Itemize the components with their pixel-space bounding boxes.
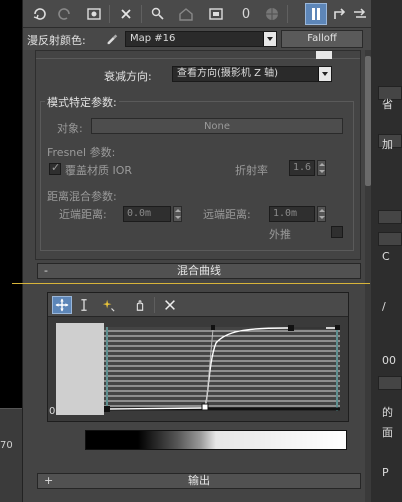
backdrop-stripe — [378, 232, 402, 246]
mode-specific-title: 模式特定参数: — [45, 94, 119, 110]
curve-point-end[interactable] — [335, 325, 340, 330]
scale-point-icon[interactable] — [74, 296, 94, 314]
put-to-scene-icon[interactable] — [53, 3, 75, 25]
backdrop-text: 00 — [382, 354, 396, 367]
insert-point-icon[interactable] — [98, 296, 118, 314]
diffuse-map-row: 漫反射颜色: Map #16 Falloff — [23, 28, 371, 50]
channel-number[interactable]: 0 — [235, 3, 257, 25]
chevron-down-icon — [318, 67, 331, 81]
reset-icon[interactable] — [115, 3, 137, 25]
toolbar-separator — [141, 5, 142, 23]
far-distance-field[interactable]: 1.0m — [269, 206, 315, 222]
chevron-down-icon — [263, 32, 276, 46]
curve-gradient-preview — [85, 430, 347, 450]
graph-axis-zero: 0 — [49, 406, 56, 417]
near-distance-spinner[interactable] — [173, 206, 182, 222]
toolbar-separator — [287, 5, 288, 23]
backdrop-stripe — [378, 376, 402, 390]
delete-point-icon[interactable] — [160, 296, 180, 314]
falloff-direction-label: 衰减方向: — [104, 70, 152, 83]
fresnel-params-title: Fresnel 参数: — [47, 146, 116, 159]
toolbar-separator — [154, 297, 155, 313]
command-panel-backdrop: 省 加 C / 00 的 面 P — [370, 0, 402, 502]
extrapolate-label: 外推 — [269, 228, 291, 241]
backdrop-text: 的 — [382, 406, 393, 419]
backdrop-text: P — [382, 466, 389, 479]
curve-handle-point[interactable] — [211, 325, 215, 330]
output-title: 输出 — [188, 474, 210, 487]
put-to-library-icon[interactable] — [175, 3, 197, 25]
material-toolbar: 0 — [23, 0, 371, 28]
make-unique-icon[interactable] — [147, 3, 169, 25]
falloff-direction-dropdown[interactable]: 查看方向(摄影机 Z 轴) — [172, 66, 332, 82]
timeline-strip — [0, 408, 22, 502]
get-material-icon[interactable] — [29, 3, 51, 25]
backdrop-text: 省 — [382, 98, 393, 111]
show-map-icon[interactable] — [261, 3, 283, 25]
mode-specific-group: 模式特定参数: 对象: None Fresnel 参数: 覆盖材质 IOR 折射… — [40, 94, 354, 251]
falloff-direction-value: 查看方向(摄影机 Z 轴) — [177, 68, 279, 79]
map-type-button[interactable]: Falloff — [281, 30, 363, 48]
extrapolate-checkbox[interactable] — [331, 226, 343, 238]
backdrop-text: 加 — [382, 138, 393, 151]
mix-curve-title: 混合曲线 — [177, 264, 221, 277]
map-name-value: Map #16 — [130, 33, 176, 44]
curve-point-start[interactable] — [104, 406, 110, 412]
backdrop-text: / — [382, 300, 386, 313]
override-ior-label: 覆盖材质 IOR — [65, 164, 133, 177]
far-distance-spinner[interactable] — [317, 206, 326, 222]
curve-toolbar — [48, 293, 348, 317]
ior-field[interactable]: 1.6 — [289, 160, 315, 176]
backdrop-text: 面 — [382, 426, 393, 439]
panel-scrollbar[interactable] — [365, 50, 371, 502]
material-editor-panel: 0 漫反射颜色: Map #16 Falloff 衰减方向: 查看方向(摄影机 … — [22, 0, 371, 502]
diffuse-color-label: 漫反射颜色: — [27, 34, 86, 47]
ior-spinner[interactable] — [317, 160, 326, 176]
backdrop-stripe — [378, 210, 402, 224]
pick-material-icon[interactable] — [105, 31, 119, 45]
map-name-dropdown[interactable]: Map #16 — [125, 31, 277, 47]
go-to-parent-icon[interactable] — [329, 3, 351, 25]
scrolled-edge — [36, 51, 360, 59]
material-effects-channel-icon[interactable] — [205, 3, 227, 25]
override-ior-checkbox[interactable] — [49, 161, 61, 175]
output-rollout-header[interactable]: + 输出 — [37, 473, 361, 489]
scrollbar-thumb[interactable] — [365, 56, 371, 186]
pan-icon[interactable] — [130, 296, 150, 314]
move-point-icon[interactable] — [52, 296, 72, 314]
distance-blend-title: 距离混合参数: — [47, 190, 117, 203]
near-distance-field[interactable]: 0.0m — [123, 206, 171, 222]
show-end-result-icon[interactable] — [305, 3, 327, 25]
hidden-dropdown-arrow — [316, 51, 332, 59]
object-label: 对象: — [57, 122, 83, 135]
graph-ruler — [56, 323, 104, 415]
mix-curve-editor — [47, 292, 349, 422]
falloff-parameters-rollout: 衰减方向: 查看方向(摄影机 Z 轴) 模式特定参数: 对象: None Fre… — [35, 50, 361, 260]
near-distance-label: 近端距离: — [59, 208, 107, 221]
mix-curve-rollout-header[interactable]: - 混合曲线 — [37, 263, 361, 279]
backdrop-text: C — [382, 250, 390, 263]
curve-graph[interactable] — [56, 323, 346, 415]
toolbar-separator — [109, 5, 110, 23]
curve-point-end-left[interactable] — [288, 325, 294, 331]
go-forward-sibling-icon[interactable] — [349, 3, 371, 25]
rollout-drop-indicator — [12, 283, 370, 284]
timeline-number: 70 — [0, 440, 13, 451]
ior-label: 折射率 — [235, 164, 268, 177]
far-distance-label: 远端距离: — [203, 208, 251, 221]
assign-material-icon[interactable] — [83, 3, 105, 25]
object-pick-button[interactable]: None — [91, 118, 343, 134]
curve-point-selected[interactable] — [201, 403, 209, 411]
